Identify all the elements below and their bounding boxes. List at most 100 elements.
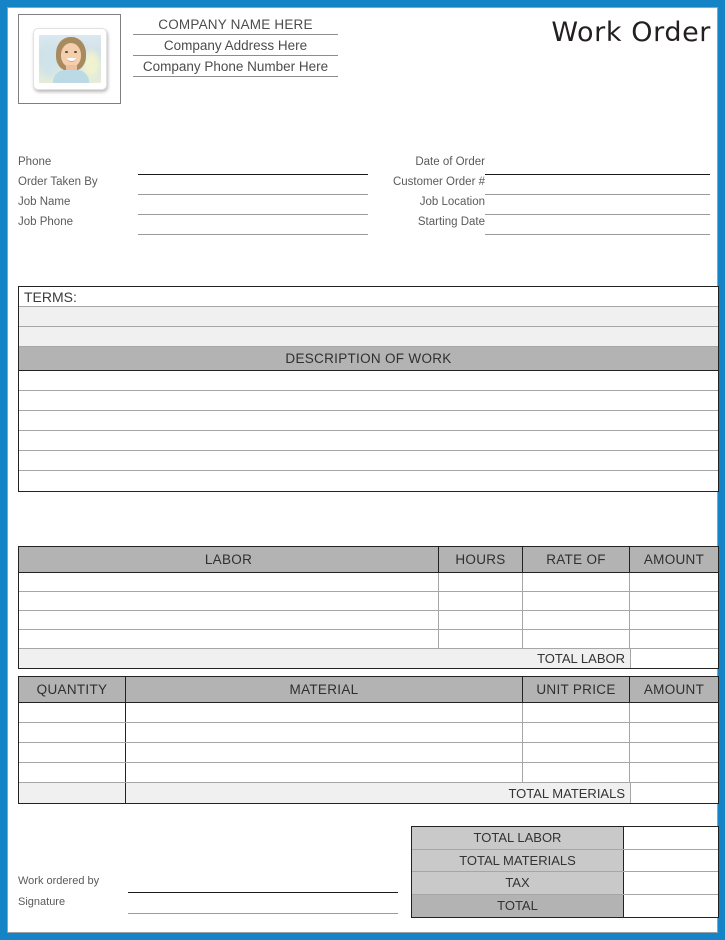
totals-value-tax[interactable] [624, 872, 718, 894]
field-label-starting-date: Starting Date [417, 216, 485, 228]
logo-placeholder-box[interactable] [18, 14, 121, 104]
signature-row: Signature [18, 894, 398, 915]
material-cell-unit-price [523, 703, 630, 722]
photo-placeholder-image [38, 35, 101, 83]
material-cell-unit-price [523, 743, 630, 762]
signature-input[interactable] [128, 913, 398, 914]
description-row[interactable] [19, 451, 718, 471]
company-address[interactable]: Company Address Here [133, 38, 338, 56]
labor-total-label: TOTAL LABOR [537, 651, 625, 666]
description-header-row: DESCRIPTION OF WORK [19, 347, 718, 371]
terms-line-1[interactable] [19, 307, 718, 327]
labor-total-row: TOTAL LABOR [19, 649, 718, 668]
field-date-of-order: Date of Order [380, 156, 710, 176]
terms-and-description-table: TERMS: DESCRIPTION OF WORK [18, 286, 719, 492]
labor-row[interactable] [19, 573, 718, 592]
material-header-row: QUANTITY MATERIAL UNIT PRICE AMOUNT [19, 677, 718, 703]
totals-label-tax: TAX [412, 872, 624, 894]
material-table: QUANTITY MATERIAL UNIT PRICE AMOUNT TOTA… [18, 676, 719, 804]
labor-row[interactable] [19, 611, 718, 630]
totals-summary-table: TOTAL LABOR TOTAL MATERIALS TAX TOTAL [411, 826, 719, 918]
field-input-phone[interactable] [138, 174, 368, 175]
labor-cell-labor [19, 630, 439, 648]
labor-row[interactable] [19, 592, 718, 611]
work-ordered-by-input[interactable] [128, 892, 398, 893]
work-ordered-by-label: Work ordered by [18, 875, 100, 887]
description-header-label: DESCRIPTION OF WORK [285, 351, 452, 366]
description-row[interactable] [19, 431, 718, 451]
labor-cell-rate [523, 573, 630, 591]
description-row[interactable] [19, 391, 718, 411]
material-total-value[interactable] [630, 783, 718, 803]
material-cell-unit-price [523, 763, 630, 782]
totals-value-total[interactable] [624, 894, 718, 917]
company-info-block: COMPANY NAME HERE Company Address Here C… [133, 17, 338, 80]
totals-row-tax: TAX [412, 872, 718, 895]
labor-header-rate: RATE OF [523, 547, 630, 572]
field-label-job-name: Job Name [18, 196, 71, 208]
page-title: Work Order [551, 17, 711, 48]
labor-row[interactable] [19, 630, 718, 649]
field-input-customer-order-number[interactable] [485, 194, 710, 195]
material-row[interactable] [19, 703, 718, 723]
terms-line-2[interactable] [19, 327, 718, 347]
material-cell-material [126, 703, 523, 722]
company-name[interactable]: COMPANY NAME HERE [133, 17, 338, 35]
field-label-job-phone: Job Phone [18, 216, 73, 228]
material-cell-quantity [19, 743, 126, 762]
description-row[interactable] [19, 371, 718, 391]
totals-label-total-materials: TOTAL MATERIALS [412, 849, 624, 871]
field-customer-order-number: Customer Order # [380, 176, 710, 196]
description-row-value [19, 471, 718, 491]
field-order-taken-by: Order Taken By [18, 176, 368, 196]
field-input-job-location[interactable] [485, 214, 710, 215]
description-row-value [19, 431, 718, 450]
field-label-order-taken-by: Order Taken By [18, 176, 98, 188]
document-header: COMPANY NAME HERE Company Address Here C… [8, 8, 719, 118]
field-job-phone: Job Phone [18, 216, 368, 236]
totals-row-total-materials: TOTAL MATERIALS [412, 849, 718, 872]
material-row[interactable] [19, 763, 718, 783]
field-label-phone: Phone [18, 156, 52, 168]
totals-value-total-materials[interactable] [624, 849, 718, 871]
labor-cell-amount [630, 630, 718, 648]
signature-area: Work ordered by Signature [18, 873, 398, 915]
material-header-unit-price: UNIT PRICE [523, 677, 630, 702]
description-row-value [19, 411, 718, 430]
totals-row-total: TOTAL [412, 894, 718, 917]
work-ordered-by-row: Work ordered by [18, 873, 398, 894]
material-cell-material [126, 723, 523, 742]
material-cell-amount [630, 763, 718, 782]
field-input-starting-date[interactable] [485, 234, 710, 235]
material-cell-amount [630, 743, 718, 762]
field-job-location: Job Location [380, 196, 710, 216]
company-phone[interactable]: Company Phone Number Here [133, 59, 338, 77]
material-cell-quantity [19, 723, 126, 742]
field-input-order-taken-by[interactable] [138, 194, 368, 195]
field-input-job-name[interactable] [138, 214, 368, 215]
description-row[interactable] [19, 471, 718, 491]
description-row-value [19, 391, 718, 410]
material-row[interactable] [19, 723, 718, 743]
field-input-date-of-order[interactable] [485, 174, 710, 175]
totals-label-total: TOTAL [412, 894, 624, 917]
material-total-label: TOTAL MATERIALS [508, 785, 625, 801]
labor-header-hours: HOURS [439, 547, 523, 572]
material-row[interactable] [19, 743, 718, 763]
labor-cell-hours [439, 592, 523, 610]
field-starting-date: Starting Date [380, 216, 710, 236]
field-input-job-phone[interactable] [138, 234, 368, 235]
totals-label-total-labor: TOTAL LABOR [412, 827, 624, 849]
material-total-row: TOTAL MATERIALS [19, 783, 718, 803]
material-header-quantity: QUANTITY [19, 677, 126, 702]
description-row[interactable] [19, 411, 718, 431]
material-cell-amount [630, 723, 718, 742]
order-fields-left-column: Phone Order Taken By Job Name Job Phone [18, 156, 368, 236]
field-job-name: Job Name [18, 196, 368, 216]
signature-label: Signature [18, 896, 66, 908]
labor-total-value[interactable] [630, 649, 718, 668]
field-label-date-of-order: Date of Order [415, 156, 485, 168]
material-cell-quantity [19, 763, 126, 782]
totals-value-total-labor[interactable] [624, 827, 718, 849]
material-header-material: MATERIAL [126, 677, 523, 702]
